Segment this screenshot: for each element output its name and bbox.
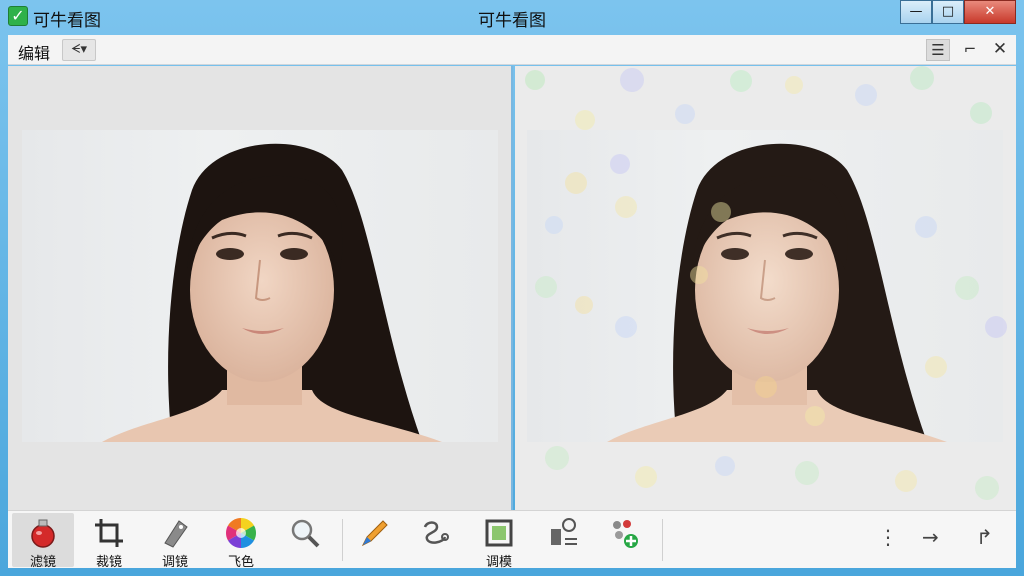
window-title: 可牛看图 (478, 11, 546, 31)
tool-zoom[interactable] (274, 513, 336, 567)
tool-frame[interactable]: 调模 (468, 513, 530, 570)
frame-icon (485, 519, 513, 547)
tool-label: 滤镜 (29, 555, 56, 570)
panel-close-button[interactable]: ✕ (988, 39, 1012, 61)
pencil-icon (361, 520, 388, 547)
tool-label: 调镜 (161, 555, 188, 570)
crop-icon (95, 519, 123, 547)
tool-crop[interactable]: 裁镜 (78, 513, 140, 570)
next-arrow-icon[interactable]: → (922, 525, 939, 549)
bottom-toolbar: 滤镜 裁镜 调镜 飞色 调模 ⋮ → ↱ (8, 510, 1016, 570)
app-window: ✓ 可牛看图 可牛看图 — □ ✕ 编辑 ᗕ▾ ☰ ⌐ ✕ 滤镜 裁镜 调镜 飞… (0, 0, 1024, 576)
tool-label: 裁镜 (95, 555, 122, 570)
minimize-button[interactable]: — (900, 0, 932, 24)
edit-menu[interactable]: 编辑 (18, 40, 50, 64)
tool-adjust[interactable]: 调镜 (144, 513, 206, 570)
adjust-tag-icon (164, 520, 188, 548)
tool-pencil[interactable] (344, 513, 406, 567)
tool-label: 飞色 (227, 555, 254, 570)
list-view-button[interactable]: ☰ (926, 39, 950, 61)
tool-stamp[interactable] (532, 513, 594, 567)
panel-minimize-button[interactable]: ⌐ (958, 39, 982, 61)
effects-add-icon (613, 520, 638, 548)
menu-bar: 编辑 ᗕ▾ ☰ ⌐ ✕ (8, 35, 1016, 65)
app-check-icon: ✓ (8, 6, 28, 26)
preview-image-panel[interactable] (515, 66, 1016, 510)
portrait-image (102, 143, 442, 442)
close-button[interactable]: ✕ (964, 0, 1016, 24)
original-photo (22, 130, 498, 442)
original-image-panel[interactable] (8, 66, 513, 510)
tool-label: 调模 (485, 555, 512, 570)
tool-color[interactable]: 飞色 (210, 513, 272, 570)
tool-effects[interactable] (594, 513, 656, 567)
brush-stroke-icon (423, 521, 449, 544)
stamp-text-icon (551, 518, 577, 545)
more-icon[interactable]: ⋮ (878, 525, 898, 549)
tool-brush[interactable] (404, 513, 466, 567)
filter-flask-icon (31, 519, 55, 548)
color-wheel-icon (225, 518, 257, 548)
magnifier-icon (291, 519, 320, 548)
edit-dropdown-button[interactable]: ᗕ▾ (62, 39, 96, 61)
redo-arrow-icon[interactable]: ↱ (976, 525, 993, 549)
toolbar-divider (342, 519, 343, 561)
app-name: 可牛看图 (33, 11, 101, 31)
toolbar-divider (662, 519, 663, 561)
title-bar: ✓ 可牛看图 可牛看图 — □ ✕ (0, 0, 1024, 34)
maximize-button[interactable]: □ (932, 0, 964, 24)
tool-filter[interactable]: 滤镜 (12, 513, 74, 570)
